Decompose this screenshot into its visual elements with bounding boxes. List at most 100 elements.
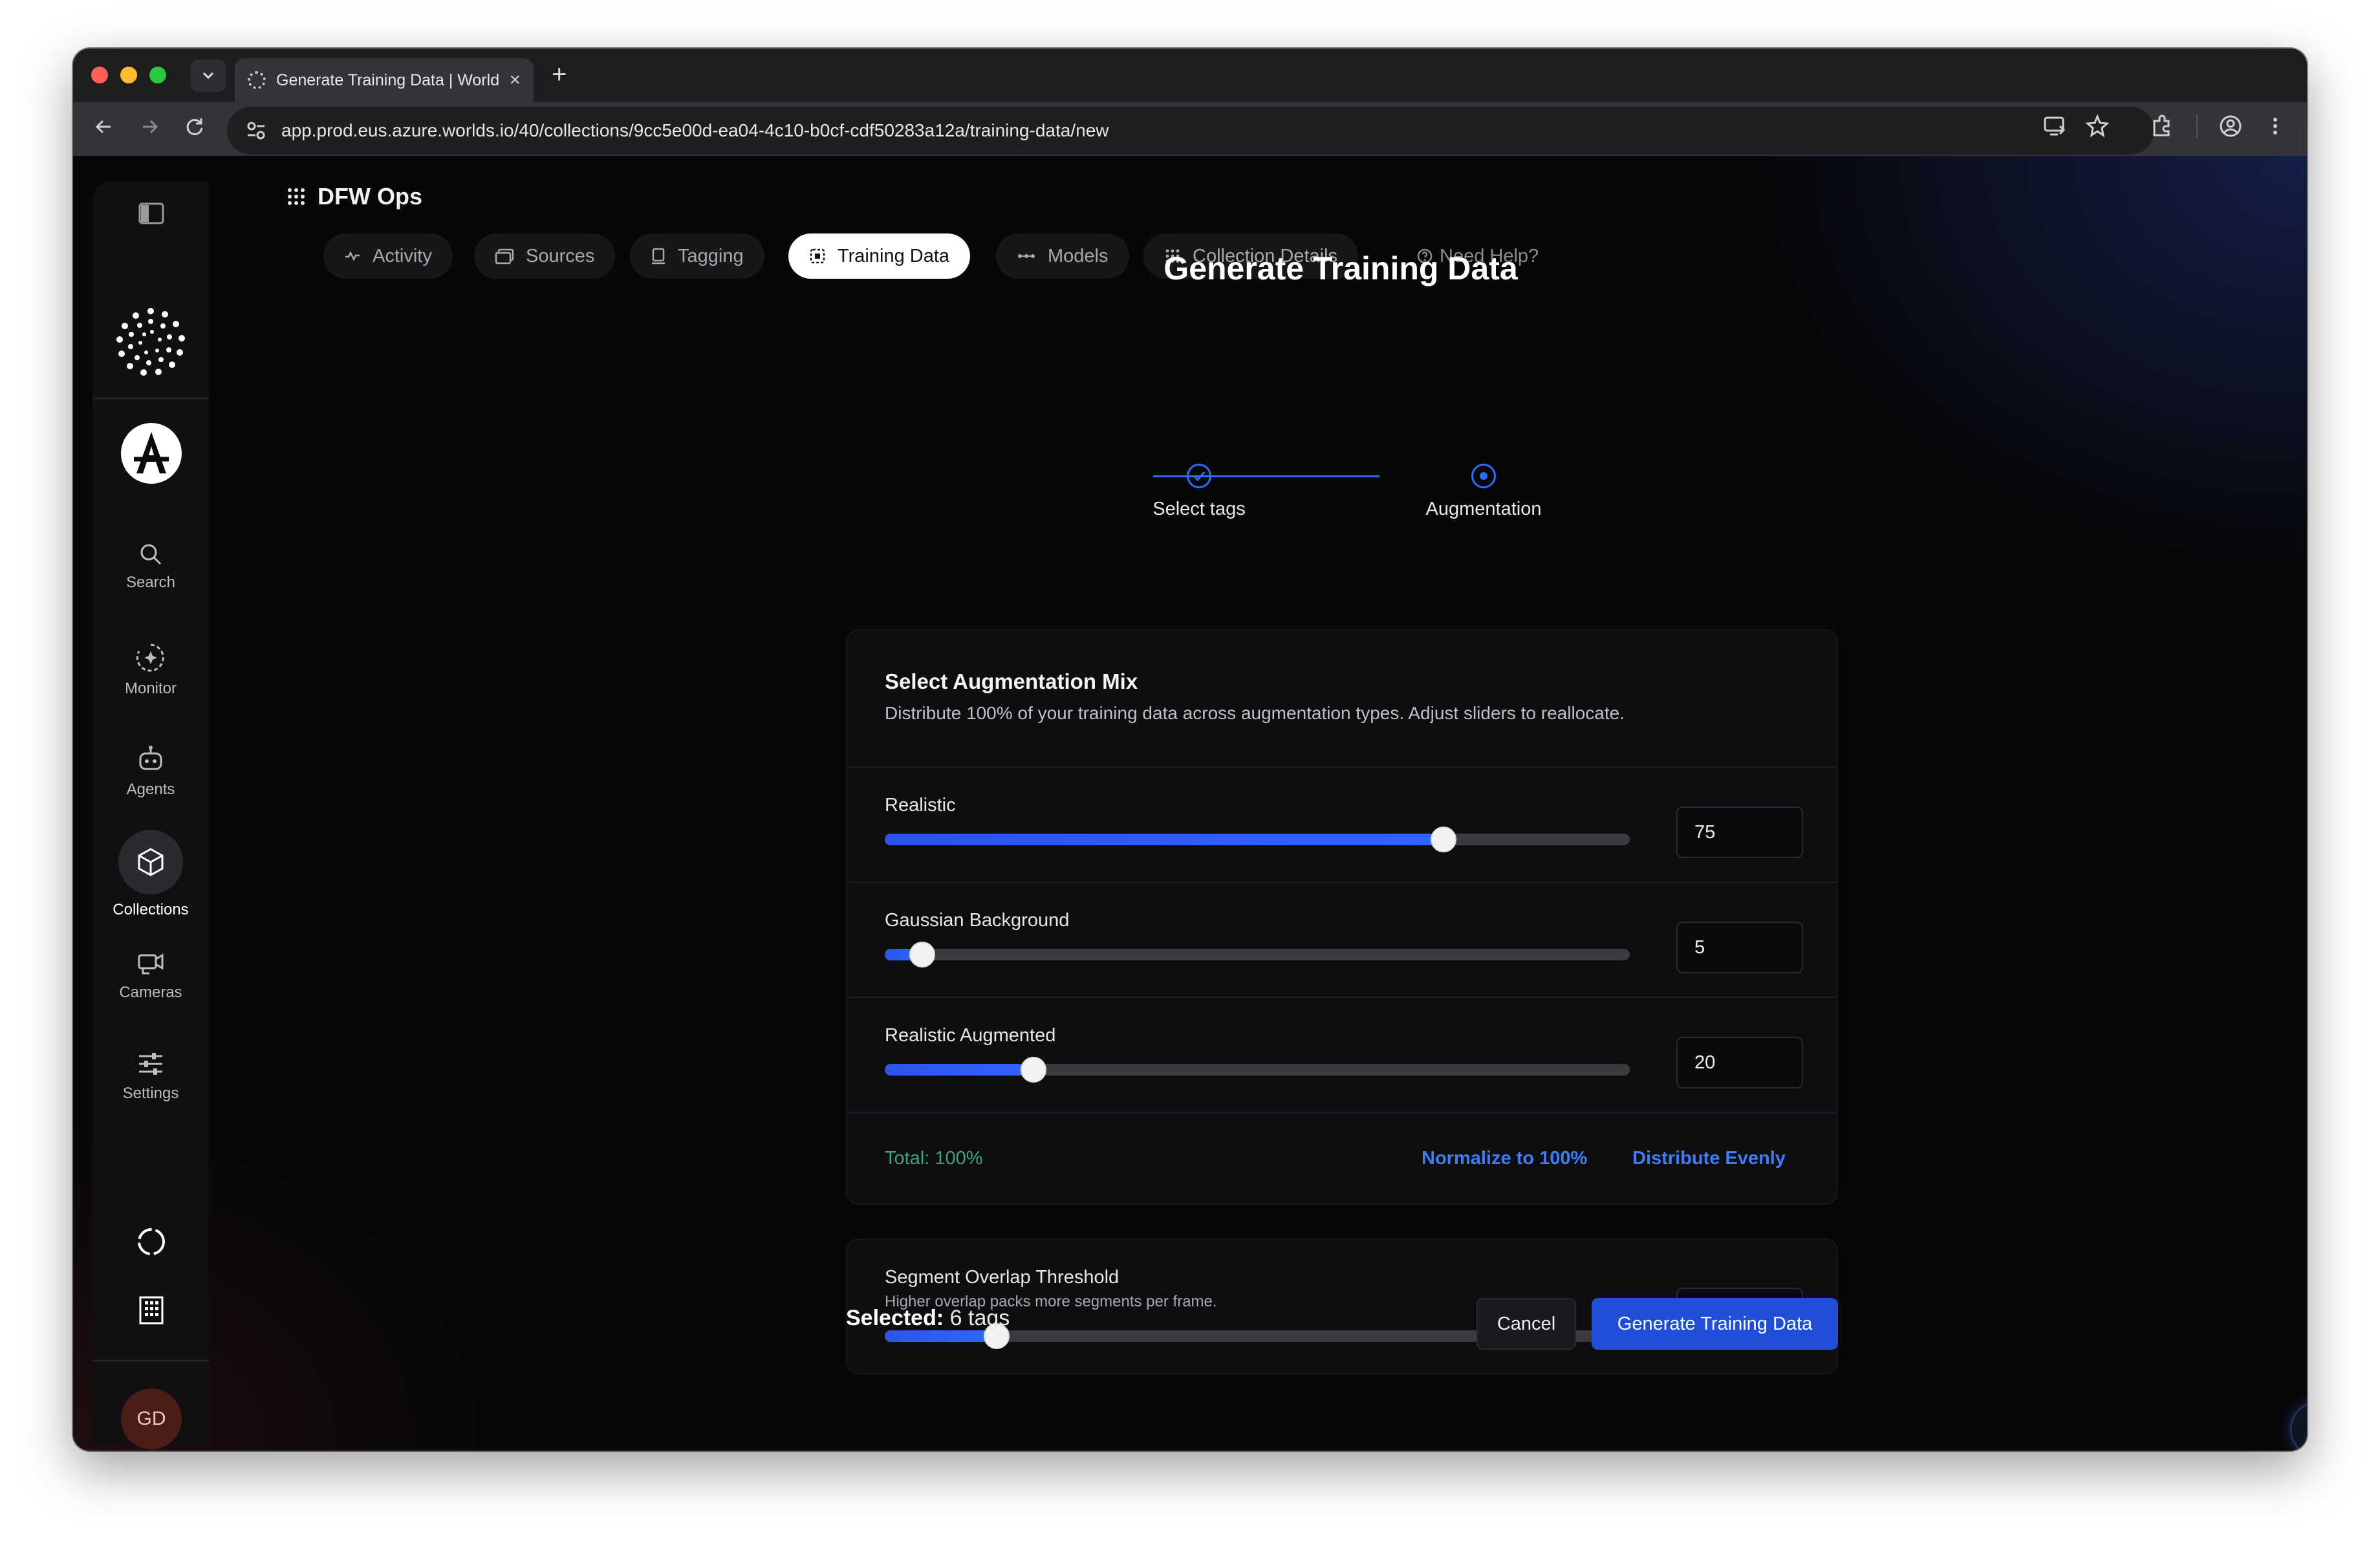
toolbar-divider xyxy=(2196,114,2198,138)
activity-icon xyxy=(345,251,360,261)
favicon-icon xyxy=(248,71,266,89)
app-title: DFW Ops xyxy=(287,183,422,210)
tab-sources[interactable]: Sources xyxy=(474,233,616,279)
rail-item-collections[interactable]: Collections xyxy=(92,830,209,919)
browser-tab-title: Generate Training Data | Worlds xyxy=(276,70,499,89)
tag-icon xyxy=(652,248,665,265)
check-icon xyxy=(1193,471,1206,482)
tab-label: Activity xyxy=(373,245,432,266)
slider-thumb[interactable] xyxy=(1021,1057,1047,1083)
active-item-highlight xyxy=(118,830,183,894)
camera-icon xyxy=(138,953,164,975)
step-current-icon[interactable] xyxy=(1471,464,1496,488)
rail-item-label: Search xyxy=(125,574,176,591)
row-label: Realistic xyxy=(885,795,956,816)
augmentation-description: Distribute 100% of your training data ac… xyxy=(885,703,1625,723)
minimize-window-button[interactable] xyxy=(120,67,137,83)
url-text: app.prod.eus.azure.worlds.io/40/collecti… xyxy=(281,120,1109,140)
page-title: Generate Training Data xyxy=(1163,250,1518,287)
rail-divider xyxy=(92,1360,209,1361)
close-window-button[interactable] xyxy=(91,67,108,83)
augmentation-row: Realistic 75 xyxy=(847,766,1837,882)
address-bar[interactable]: app.prod.eus.azure.worlds.io/40/collecti… xyxy=(227,107,2154,155)
row-label: Gaussian Background xyxy=(885,910,1070,931)
org-avatar-icon[interactable] xyxy=(121,423,182,484)
install-app-icon[interactable] xyxy=(2042,113,2068,139)
cancel-button[interactable]: Cancel xyxy=(1477,1298,1576,1350)
selected-count: 6 tags xyxy=(949,1306,1010,1330)
sliders-icon xyxy=(139,1053,162,1075)
monitor-icon xyxy=(136,644,164,672)
step-dot xyxy=(1480,472,1488,480)
site-settings-icon[interactable] xyxy=(244,118,268,143)
maximize-window-button[interactable] xyxy=(149,67,166,83)
step-label-augmentation: Augmentation xyxy=(1425,499,1542,519)
forward-arrow-icon[interactable] xyxy=(138,115,161,138)
realistic-input[interactable]: 75 xyxy=(1676,806,1803,858)
augmentation-title: Select Augmentation Mix xyxy=(885,669,1138,693)
user-avatar[interactable]: GD xyxy=(121,1389,182,1449)
total-text: Total: 100% xyxy=(885,1148,983,1169)
extensions-icon[interactable] xyxy=(2149,113,2175,139)
normalize-button[interactable]: Normalize to 100% xyxy=(1422,1148,1587,1169)
tab-training-data[interactable]: Training Data xyxy=(788,233,971,279)
tab-label: Tagging xyxy=(678,245,744,266)
augmentation-row: Gaussian Background 5 xyxy=(847,882,1837,997)
tab-search-button[interactable] xyxy=(191,60,226,92)
distribute-evenly-button[interactable]: Distribute Evenly xyxy=(1632,1148,1786,1169)
rail-item-label: Settings xyxy=(122,1085,179,1102)
rail-item-agents[interactable]: Agents xyxy=(92,743,209,799)
slider-fill xyxy=(885,834,1444,845)
browser-tab[interactable]: Generate Training Data | Worlds × xyxy=(235,58,534,102)
rail-item-label: Collections xyxy=(113,901,189,918)
slider-fill xyxy=(885,1330,997,1342)
bookmark-star-icon[interactable] xyxy=(2084,113,2110,139)
gaussian-background-slider[interactable] xyxy=(885,942,1630,968)
realistic-slider[interactable] xyxy=(885,827,1630,852)
grid-menu-icon[interactable] xyxy=(287,187,306,206)
augmentation-row: Realistic Augmented 20 xyxy=(847,997,1837,1112)
profile-icon[interactable] xyxy=(2218,113,2244,139)
gaussian-background-input[interactable]: 5 xyxy=(1676,922,1803,973)
rail-divider xyxy=(92,398,209,399)
step-complete-icon[interactable] xyxy=(1187,464,1211,488)
close-tab-icon[interactable]: × xyxy=(509,70,521,90)
menu-kebab-icon[interactable] xyxy=(2266,113,2285,139)
rail-item-cameras[interactable]: Cameras xyxy=(92,949,209,1002)
realistic-augmented-input[interactable]: 20 xyxy=(1676,1037,1803,1088)
traffic-lights xyxy=(91,67,166,83)
workspace-title: DFW Ops xyxy=(318,183,422,210)
generate-training-data-button[interactable]: Generate Training Data xyxy=(1592,1298,1838,1350)
robot-icon xyxy=(139,746,162,770)
chevron-down-icon xyxy=(202,72,214,80)
dataset-icon xyxy=(810,248,825,264)
tab-tagging[interactable]: Tagging xyxy=(630,233,764,279)
search-icon xyxy=(140,544,162,565)
rail-item-monitor[interactable]: Monitor xyxy=(92,642,209,698)
new-tab-button[interactable]: + xyxy=(552,60,567,89)
rail-item-label: Agents xyxy=(126,781,175,798)
rail-item-label: Cameras xyxy=(119,984,182,1001)
cube-icon xyxy=(138,848,164,876)
slider-thumb[interactable] xyxy=(909,942,935,968)
building-icon[interactable] xyxy=(138,1295,165,1325)
augmentation-mix-card: Select Augmentation Mix Distribute 100% … xyxy=(846,629,1838,1205)
loading-icon[interactable] xyxy=(135,1226,168,1258)
realistic-augmented-slider[interactable] xyxy=(885,1057,1630,1083)
assistant-button[interactable] xyxy=(2290,1401,2307,1451)
rail-item-settings[interactable]: Settings xyxy=(92,1050,209,1103)
slider-fill xyxy=(885,1064,1034,1076)
reload-icon[interactable] xyxy=(183,115,206,138)
folder-icon xyxy=(495,248,514,265)
rail-item-search[interactable]: Search xyxy=(92,541,209,592)
back-arrow-icon[interactable] xyxy=(92,115,116,138)
rail-item-label: Monitor xyxy=(124,680,177,697)
augmentation-footer-row: Total: 100% Normalize to 100% Distribute… xyxy=(847,1112,1837,1205)
slider-thumb[interactable] xyxy=(1431,827,1456,852)
browser-tab-bar: Generate Training Data | Worlds × + xyxy=(73,49,2307,102)
selected-summary: Selected: 6 tags xyxy=(846,1306,1010,1331)
step-label-select-tags: Select tags xyxy=(1152,499,1246,519)
tab-activity[interactable]: Activity xyxy=(323,233,453,279)
sidebar-toggle-icon[interactable] xyxy=(138,202,164,224)
tab-label: Training Data xyxy=(838,245,950,266)
